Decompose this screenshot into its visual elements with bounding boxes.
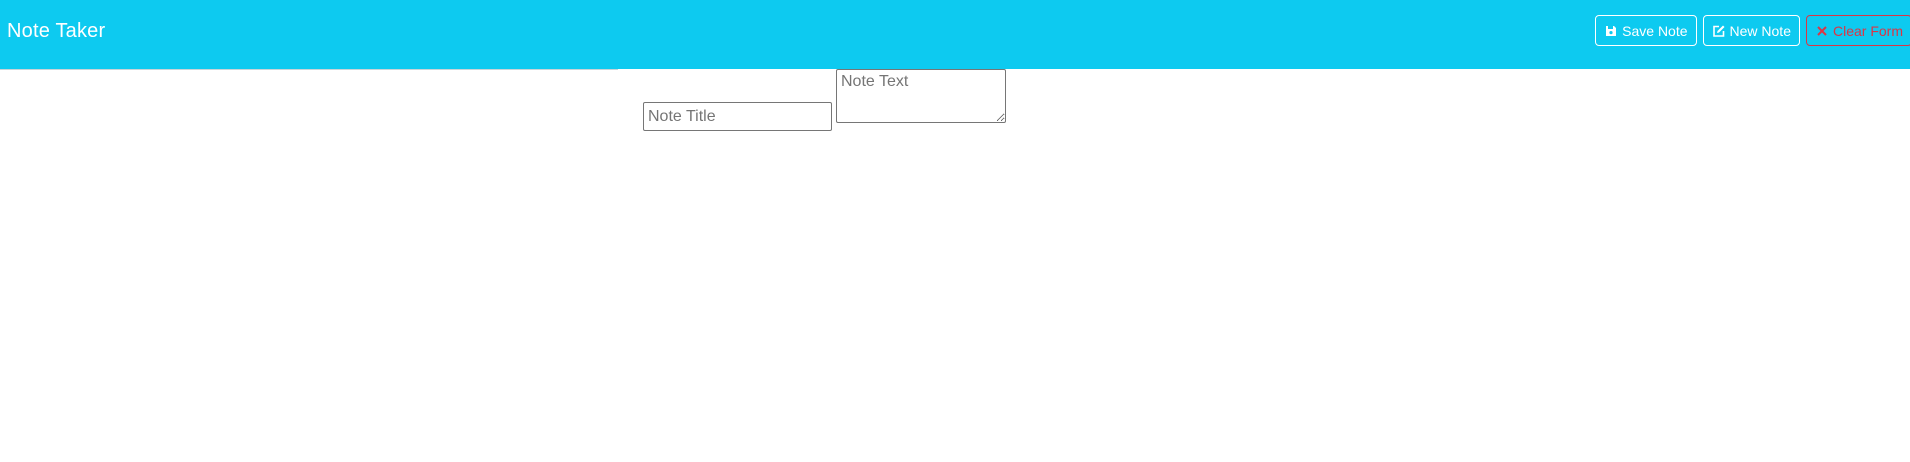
save-note-label: Save Note bbox=[1622, 22, 1688, 39]
navbar: Note Taker Save Note New Note Clear Form bbox=[0, 0, 1910, 69]
note-title-input[interactable] bbox=[643, 102, 832, 131]
clear-form-label: Clear Form bbox=[1832, 22, 1903, 39]
new-note-label: New Note bbox=[1729, 22, 1791, 39]
save-note-button[interactable]: Save Note bbox=[1595, 15, 1697, 46]
app-title[interactable]: Note Taker bbox=[7, 19, 105, 43]
sidebar-divider bbox=[0, 69, 618, 70]
clear-form-button[interactable]: Clear Form bbox=[1805, 15, 1910, 46]
floppy-disk-icon bbox=[1604, 24, 1618, 38]
new-note-button[interactable]: New Note bbox=[1702, 15, 1800, 46]
note-text-textarea[interactable] bbox=[836, 69, 1006, 123]
edit-pen-icon bbox=[1712, 24, 1726, 38]
x-mark-icon bbox=[1815, 24, 1829, 38]
nav-actions: Save Note New Note Clear Form bbox=[1595, 15, 1910, 46]
